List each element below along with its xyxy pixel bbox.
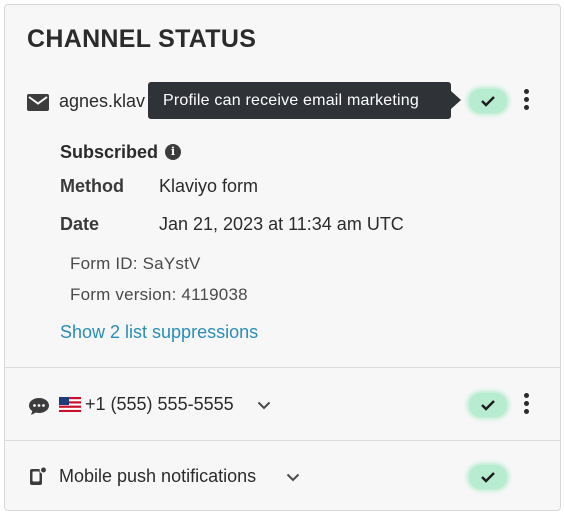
tooltip-arrow bbox=[451, 91, 461, 109]
form-version: Form version: 4119038 bbox=[70, 285, 248, 304]
channel-status-card: CHANNEL STATUS agnes.klav Profile can re… bbox=[4, 4, 561, 511]
divider bbox=[5, 367, 560, 368]
email-address: agnes.klav bbox=[59, 91, 146, 111]
email-subscribed-badge[interactable] bbox=[469, 89, 507, 113]
chevron-down-icon[interactable] bbox=[286, 473, 300, 482]
form-id: Form ID: SaYstV bbox=[70, 254, 201, 273]
email-icon bbox=[27, 94, 49, 111]
method-value: Klaviyo form bbox=[159, 176, 259, 196]
email-status-tooltip: Profile can receive email marketing bbox=[148, 82, 451, 119]
email-kebab-menu-icon[interactable] bbox=[521, 89, 531, 113]
sms-kebab-menu-icon[interactable] bbox=[521, 393, 531, 417]
sms-phone-number: +1 (555) 555-5555 bbox=[85, 394, 234, 414]
card-title: CHANNEL STATUS bbox=[27, 25, 257, 53]
date-label: Date bbox=[60, 214, 100, 234]
chevron-down-icon[interactable] bbox=[257, 401, 271, 410]
checkmark-icon bbox=[481, 472, 495, 483]
subscription-status: Subscribed bbox=[60, 142, 159, 162]
checkmark-icon bbox=[481, 400, 495, 411]
us-flag-icon bbox=[59, 397, 81, 412]
push-subscribed-badge[interactable] bbox=[469, 465, 507, 489]
sms-subscribed-badge[interactable] bbox=[469, 393, 507, 417]
divider bbox=[5, 440, 560, 441]
push-label: Mobile push notifications bbox=[59, 466, 257, 486]
method-label: Method bbox=[60, 176, 124, 196]
mobile-push-icon bbox=[30, 466, 48, 485]
sms-chat-icon bbox=[29, 398, 49, 415]
show-suppressions-link[interactable]: Show 2 list suppressions bbox=[60, 322, 258, 343]
info-icon[interactable]: i bbox=[165, 144, 181, 160]
date-value: Jan 21, 2023 at 11:34 am UTC bbox=[159, 214, 404, 234]
checkmark-icon bbox=[481, 96, 495, 107]
